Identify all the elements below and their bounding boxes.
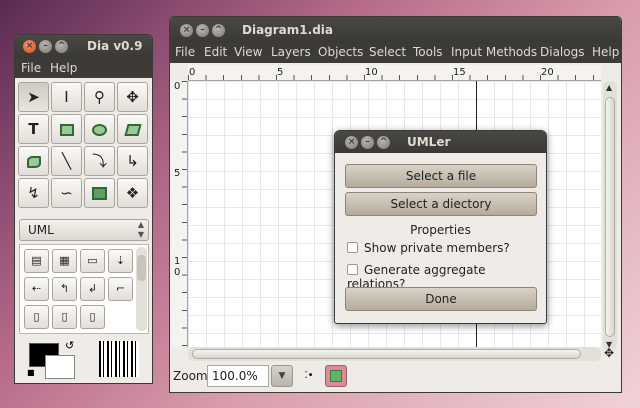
line-width-icon[interactable] bbox=[99, 341, 139, 377]
menu-objects[interactable]: Objects bbox=[318, 45, 363, 59]
magnify-tool-icon[interactable]: ⚲ bbox=[84, 82, 115, 112]
menu-file[interactable]: File bbox=[21, 61, 41, 75]
diagram-menubar: File Edit View Layers Objects Select Too… bbox=[170, 43, 621, 63]
checkbox-icon[interactable] bbox=[347, 264, 358, 275]
select-directory-button[interactable]: Select a diectory bbox=[345, 192, 537, 216]
uml-generalization-icon[interactable]: ↰ bbox=[52, 277, 77, 301]
maximize-icon[interactable]: ^ bbox=[212, 24, 225, 37]
maximize-icon[interactable]: ^ bbox=[377, 136, 390, 149]
ellipse-tool-icon[interactable] bbox=[84, 114, 115, 144]
horizontal-scrollbar[interactable] bbox=[188, 347, 601, 361]
show-private-checkbox[interactable]: Show private members? bbox=[347, 241, 510, 255]
menu-file[interactable]: File bbox=[175, 45, 195, 59]
menu-view[interactable]: View bbox=[234, 45, 262, 59]
beziergon-tool-icon[interactable] bbox=[18, 146, 49, 176]
sheet-scroll-thumb[interactable] bbox=[137, 255, 146, 281]
uml-realizes-icon[interactable]: ⇠ bbox=[24, 277, 49, 301]
chevron-down-icon: ▼ bbox=[278, 371, 286, 381]
uml-small-package-icon[interactable]: ▯ bbox=[52, 305, 77, 329]
box-tool-icon[interactable] bbox=[51, 114, 82, 144]
uml-note-icon[interactable]: ▭ bbox=[80, 249, 105, 273]
close-icon[interactable]: × bbox=[23, 40, 36, 53]
horizontal-ruler: 0 5 10 15 20 bbox=[188, 65, 601, 81]
bezier-tool-icon[interactable]: ∽ bbox=[51, 178, 82, 208]
minimize-icon[interactable]: – bbox=[39, 40, 52, 53]
snap-to-objects-button[interactable] bbox=[325, 365, 347, 387]
menu-select[interactable]: Select bbox=[369, 45, 406, 59]
scroll-up-icon[interactable]: ▲ bbox=[606, 83, 612, 92]
polygon-tool-icon[interactable] bbox=[117, 114, 148, 144]
vertical-scrollbar[interactable]: ▲ ▼ bbox=[603, 81, 617, 351]
ruler-ticks bbox=[188, 75, 601, 80]
uml-sheet-pane: ▤ ▦ ▭ ⇣ ⇠ ↰ ↲ ⌐ ▯ ▯ ▯ bbox=[19, 244, 149, 334]
object-snap-icon bbox=[330, 370, 342, 382]
zigzag-tool-icon[interactable]: ↳ bbox=[117, 146, 148, 176]
toolbox-titlebar: × – ^ Dia v0.9 bbox=[15, 35, 152, 58]
close-icon[interactable]: × bbox=[180, 24, 193, 37]
ruler-v-label: 0 bbox=[174, 81, 181, 92]
toolbox-title: Dia v0.9 bbox=[87, 39, 143, 53]
toolbox-menubar: File Help bbox=[15, 58, 152, 78]
polyline-tool-icon[interactable]: ↯ bbox=[18, 178, 49, 208]
uml-implements-icon[interactable]: ⌐ bbox=[108, 277, 133, 301]
menu-help[interactable]: Help bbox=[592, 45, 619, 59]
uml-class-icon[interactable]: ▤ bbox=[24, 249, 49, 273]
uml-template-class-icon[interactable]: ▦ bbox=[52, 249, 77, 273]
snap-to-grid-icon[interactable]: ⁚• bbox=[300, 367, 318, 385]
text-edit-tool-icon[interactable]: I bbox=[51, 82, 82, 112]
text-tool-icon[interactable]: T bbox=[18, 114, 49, 144]
umler-titlebar: × – ^ UMLer bbox=[335, 131, 546, 153]
checkbox-icon[interactable] bbox=[347, 242, 358, 253]
menu-dialogs[interactable]: Dialogs bbox=[540, 45, 584, 59]
diagram-title: Diagram1.dia bbox=[242, 23, 333, 37]
pointer-tool-icon[interactable]: ➤ bbox=[18, 82, 49, 112]
done-button[interactable]: Done bbox=[345, 287, 537, 311]
uml-association-icon[interactable]: ↲ bbox=[80, 277, 105, 301]
toolbox-window: × – ^ Dia v0.9 File Help ➤ I ⚲ ✥ T ╲ ⤵ ↳… bbox=[14, 34, 153, 384]
menu-tools[interactable]: Tools bbox=[413, 45, 443, 59]
minimize-icon[interactable]: – bbox=[196, 24, 209, 37]
umler-title: UMLer bbox=[407, 135, 451, 149]
menu-edit[interactable]: Edit bbox=[204, 45, 227, 59]
zoom-label: Zoom bbox=[173, 369, 208, 383]
zoom-input[interactable] bbox=[207, 365, 269, 387]
navigate-icon[interactable]: ✥ bbox=[604, 346, 614, 360]
diagram-titlebar: × – ^ Diagram1.dia bbox=[170, 17, 621, 43]
background-color[interactable] bbox=[45, 355, 75, 379]
status-bar: Zoom ▼ ⁚• bbox=[170, 361, 621, 392]
arc-tool-icon[interactable]: ⤵ bbox=[84, 146, 115, 176]
scroll-tool-icon[interactable]: ✥ bbox=[117, 82, 148, 112]
minimize-icon[interactable]: – bbox=[361, 136, 374, 149]
uml-constraint-icon[interactable]: ▯ bbox=[24, 305, 49, 329]
vertical-ruler: 0 5 1 0 bbox=[170, 81, 188, 347]
close-icon[interactable]: × bbox=[345, 136, 358, 149]
vertical-scroll-thumb[interactable] bbox=[605, 97, 615, 337]
menu-layers[interactable]: Layers bbox=[271, 45, 311, 59]
line-tool-icon[interactable]: ╲ bbox=[51, 146, 82, 176]
menu-help[interactable]: Help bbox=[50, 61, 77, 75]
image-tool-icon[interactable] bbox=[84, 178, 115, 208]
maximize-icon[interactable]: ^ bbox=[55, 40, 68, 53]
sheet-selector[interactable]: UML ▲ ▼ bbox=[19, 219, 149, 241]
sheet-selector-value: UML bbox=[28, 223, 54, 237]
uml-dependency-icon[interactable]: ⇣ bbox=[108, 249, 133, 273]
ruler-v-label: 1 bbox=[174, 256, 181, 267]
uml-actor-icon[interactable]: ▯ bbox=[80, 305, 105, 329]
outline-tool-icon[interactable]: ❖ bbox=[117, 178, 148, 208]
select-file-button[interactable]: Select a file bbox=[345, 164, 537, 188]
show-private-label: Show private members? bbox=[364, 241, 510, 255]
color-area: ↺ ■ bbox=[19, 337, 149, 381]
ruler-v-label: 5 bbox=[174, 168, 181, 179]
ruler-v-label: 0 bbox=[174, 267, 181, 278]
properties-label: Properties bbox=[410, 223, 471, 237]
sheet-scrollbar[interactable] bbox=[136, 247, 147, 331]
menu-input-methods[interactable]: Input Methods bbox=[451, 45, 537, 59]
ruler-ticks bbox=[182, 81, 187, 347]
updown-arrows-icon: ▲ ▼ bbox=[137, 220, 144, 239]
horizontal-scroll-thumb[interactable] bbox=[192, 349, 581, 359]
default-colors-icon[interactable]: ■ bbox=[27, 368, 35, 377]
swap-colors-icon[interactable]: ↺ bbox=[65, 339, 74, 352]
zoom-dropdown-button[interactable]: ▼ bbox=[271, 365, 293, 387]
umler-dialog: × – ^ UMLer Select a file Select a diect… bbox=[334, 130, 547, 324]
